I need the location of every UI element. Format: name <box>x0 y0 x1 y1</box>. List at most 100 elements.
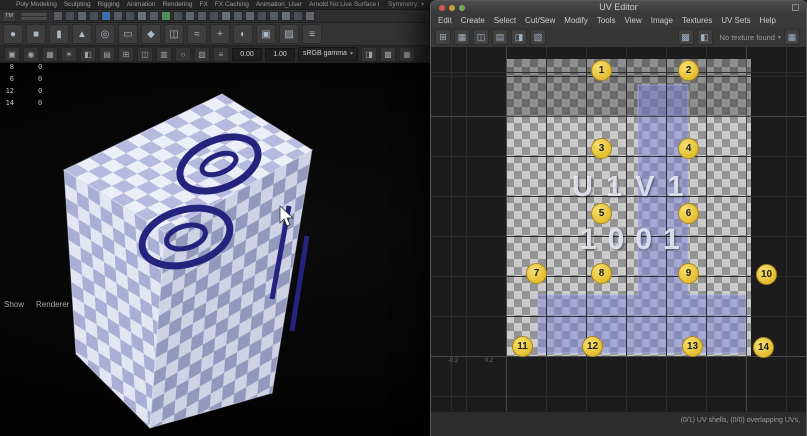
resolution-icon[interactable]: ⊞ <box>118 47 134 62</box>
shelf-icon[interactable] <box>149 11 159 21</box>
grid-icon[interactable]: ▦ <box>42 47 58 62</box>
lines-icon[interactable]: ≡ <box>302 24 322 44</box>
shelf-icon[interactable] <box>173 11 183 21</box>
shelf-icon[interactable] <box>245 11 255 21</box>
shaded-icon[interactable]: ◧ <box>80 47 96 62</box>
menu-item[interactable]: Cut/Sew <box>525 16 555 25</box>
menu-item[interactable]: Modify <box>564 16 588 25</box>
symmetry-dropdown[interactable]: Symmetry:▾ <box>386 1 426 8</box>
shelf-tab[interactable]: Poly Modeling <box>16 1 57 8</box>
menu-item[interactable]: Create <box>461 16 485 25</box>
grid-snap-icon[interactable]: ⊞ <box>435 29 451 45</box>
gamma-field[interactable]: 1.00 <box>265 48 295 61</box>
shelf-icon[interactable] <box>101 11 111 21</box>
uv-point: 12 <box>582 336 603 357</box>
shelf-icon[interactable] <box>257 11 267 21</box>
shell-icon[interactable]: ◫ <box>473 29 489 45</box>
shelf-tab[interactable]: Rigging <box>98 1 120 8</box>
cone-icon[interactable]: ▲ <box>72 24 92 44</box>
pipe-icon[interactable]: ◫ <box>164 24 184 44</box>
plus-icon[interactable]: + <box>210 24 230 44</box>
dense-grid-icon[interactable]: ▩ <box>380 47 396 62</box>
pattern-icon[interactable]: ▨ <box>194 47 210 62</box>
hatch-icon[interactable]: ▨ <box>279 24 299 44</box>
uv-point: 1 <box>591 60 612 81</box>
uv-point: 13 <box>682 336 703 357</box>
tm-chip[interactable]: TM <box>2 11 16 22</box>
texture-icon[interactable]: ▩ <box>678 29 694 45</box>
half-icon[interactable]: ◐ <box>233 24 253 44</box>
uv-canvas[interactable]: U1V1 1001 -0.20.2 1234567891011121314 <box>431 47 806 411</box>
cube-icon[interactable]: ■ <box>26 24 46 44</box>
textured-icon[interactable]: ▤ <box>99 47 115 62</box>
menu-item[interactable]: Edit <box>438 16 452 25</box>
shelf-icon[interactable] <box>233 11 243 21</box>
circle-icon[interactable]: ○ <box>175 47 191 62</box>
uv-menubar: Edit Create Select Cut/Sew Modify Tools View Im… <box>431 14 806 28</box>
select-icon[interactable]: ▣ <box>4 47 20 62</box>
image-ratio-icon[interactable]: ▦ <box>784 29 800 45</box>
menu-item[interactable]: Select <box>494 16 516 25</box>
shelf-icon[interactable] <box>281 11 291 21</box>
panel-icon[interactable]: ▣ <box>256 24 276 44</box>
uv-editor-window: UV Editor Edit Create Select Cut/Sew Modify T… <box>430 0 807 436</box>
shelf-icon[interactable] <box>113 11 123 21</box>
cube-3d-object[interactable] <box>0 63 430 436</box>
chevron-down-icon[interactable]: ▾ <box>778 34 781 41</box>
shelf-icon[interactable] <box>53 11 63 21</box>
menu-item[interactable]: Textures <box>682 16 712 25</box>
prism-icon[interactable]: ◆ <box>141 24 161 44</box>
shelf-tab[interactable]: Animation <box>127 1 156 8</box>
shelf-tab[interactable]: FX Caching <box>215 1 249 8</box>
dim-image-icon[interactable]: ◧ <box>697 29 713 45</box>
shelf-icon[interactable] <box>197 11 207 21</box>
shelf-icon[interactable] <box>65 11 75 21</box>
uv-titlebar[interactable]: UV Editor <box>431 1 806 15</box>
shelf-icon[interactable] <box>305 11 315 21</box>
light-icon[interactable]: ☀ <box>61 47 77 62</box>
shelf-tab[interactable]: Rendering <box>163 1 193 8</box>
checker-icon[interactable]: ▧ <box>530 29 546 45</box>
sphere-icon[interactable]: ● <box>3 24 23 44</box>
plane-icon[interactable]: ▭ <box>118 24 138 44</box>
menu-icon[interactable]: ≡ <box>213 47 229 62</box>
window-title: UV Editor <box>431 2 806 12</box>
shelf-micro-text <box>21 13 47 20</box>
shelf-icon[interactable] <box>221 11 231 21</box>
shelf-icon[interactable] <box>89 11 99 21</box>
wireframe-icon[interactable]: ▥ <box>156 47 172 62</box>
exposure-field[interactable]: 0.00 <box>232 48 262 61</box>
target-icon[interactable]: ◉ <box>23 47 39 62</box>
shelf-icon[interactable] <box>209 11 219 21</box>
grid2-icon[interactable]: ▦ <box>399 47 415 62</box>
uv-statusbar: (0/1) UV shells, (0/0) overlapping UVs, <box>431 411 806 436</box>
menu-item[interactable]: Tools <box>597 16 616 25</box>
shelf-tab[interactable]: Sculpting <box>64 1 91 8</box>
cylinder-icon[interactable]: ▮ <box>49 24 69 44</box>
half-shade-icon[interactable]: ◨ <box>361 47 377 62</box>
shelf-tab[interactable]: FX <box>200 1 208 8</box>
chevron-down-icon: ▾ <box>350 48 353 60</box>
torus-icon[interactable]: ◎ <box>95 24 115 44</box>
shelf-icon[interactable] <box>161 11 171 21</box>
isolate-icon[interactable]: ◫ <box>137 47 153 62</box>
shelf-tab[interactable]: Arnold <box>309 1 328 8</box>
fullscreen-icon[interactable] <box>792 4 799 11</box>
menu-item[interactable]: View <box>625 16 642 25</box>
pixel-snap-icon[interactable]: ▦ <box>454 29 470 45</box>
shelf-tab[interactable]: Animation_User <box>256 1 302 8</box>
border-icon[interactable]: ▤ <box>492 29 508 45</box>
shelf-icon[interactable] <box>125 11 135 21</box>
shelf-icon[interactable] <box>269 11 279 21</box>
menu-item[interactable]: UV Sets <box>721 16 750 25</box>
shelf-icon[interactable] <box>137 11 147 21</box>
distortion-icon[interactable]: ◨ <box>511 29 527 45</box>
shelf-icon[interactable] <box>77 11 87 21</box>
color-space-dropdown[interactable]: sRGB gamma▾ <box>298 47 358 61</box>
uv-point: 11 <box>512 336 533 357</box>
shelf-icon[interactable] <box>185 11 195 21</box>
menu-item[interactable]: Help <box>760 16 776 25</box>
shelf-icon[interactable] <box>293 11 303 21</box>
curve-icon[interactable]: ≈ <box>187 24 207 44</box>
menu-item[interactable]: Image <box>651 16 673 25</box>
